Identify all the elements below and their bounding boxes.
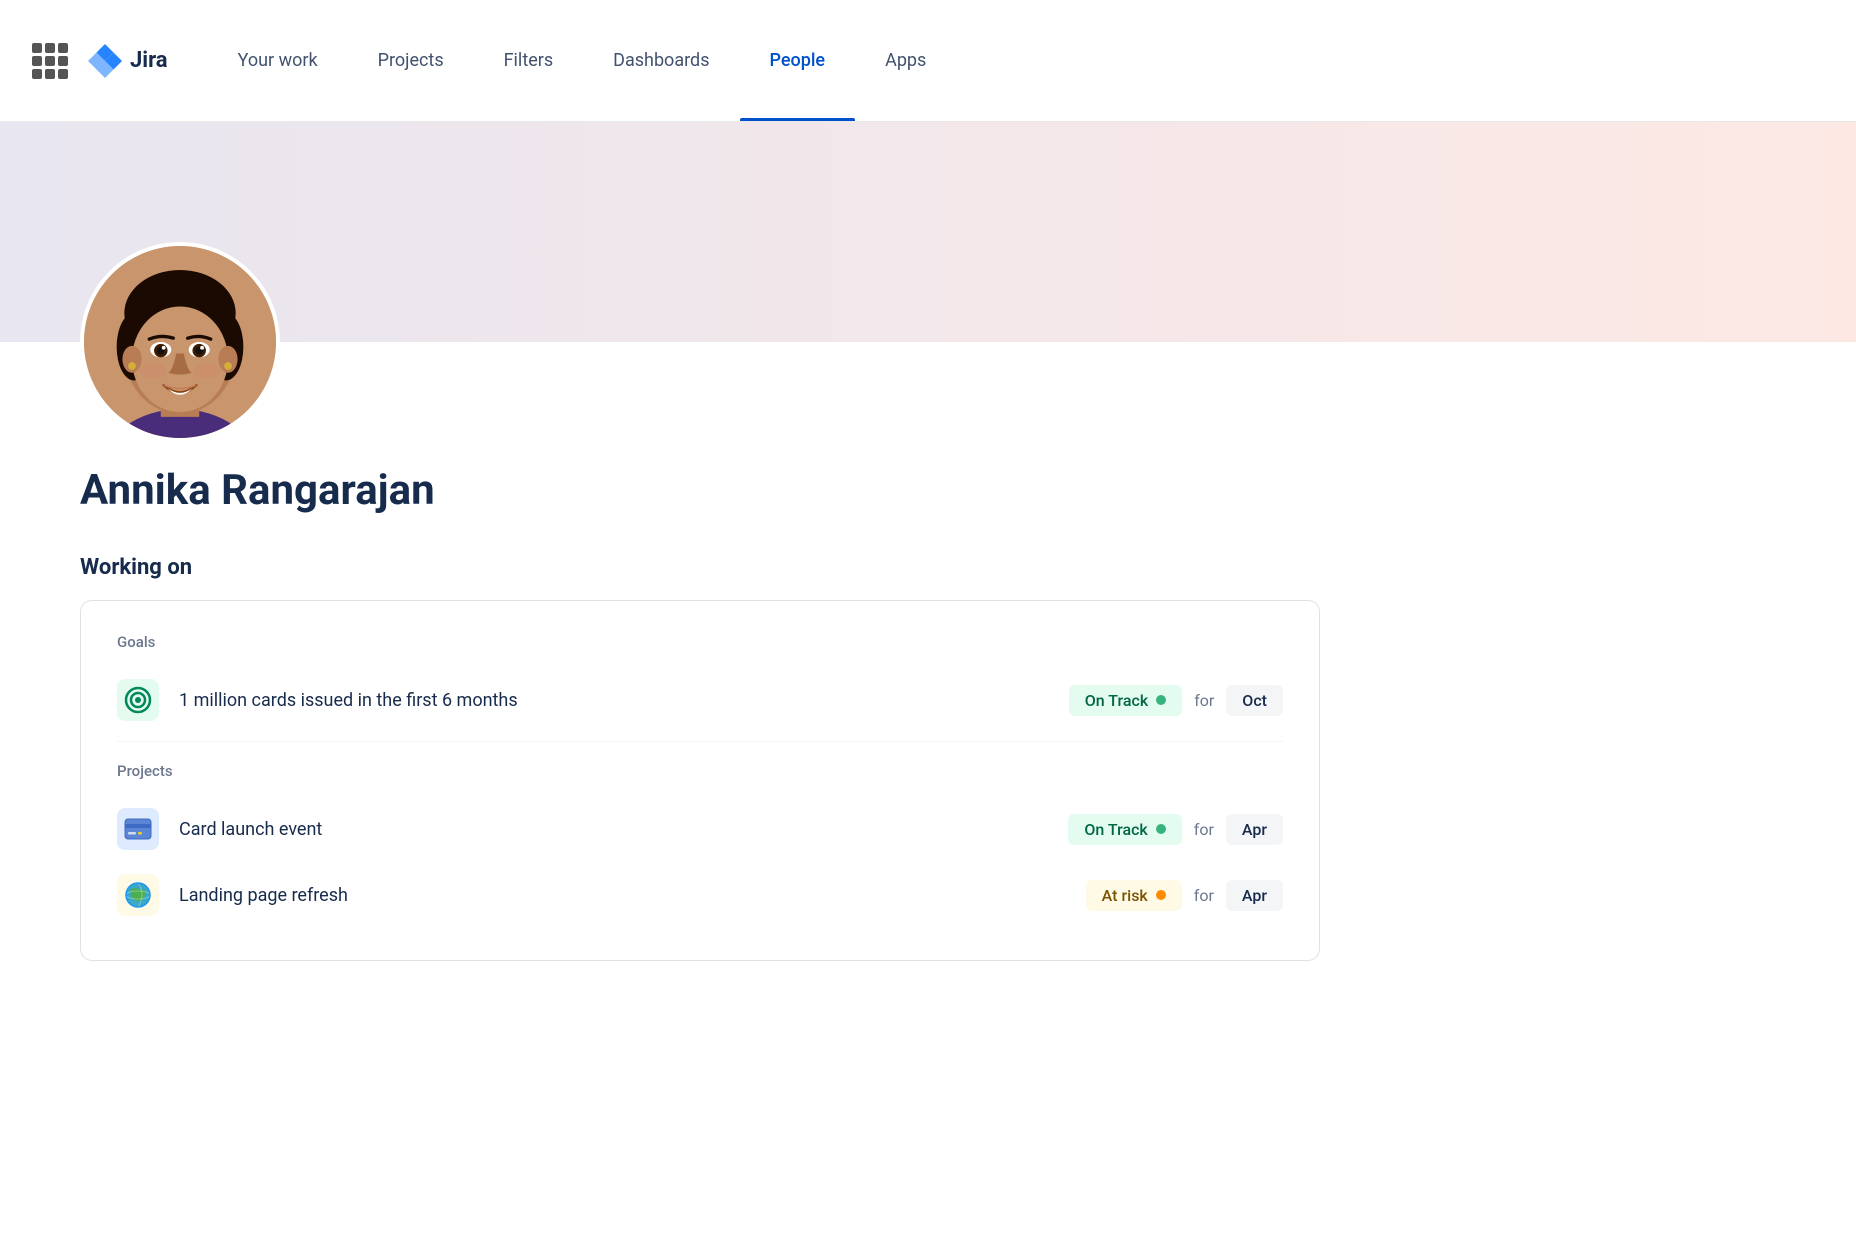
person-name: Annika Rangarajan xyxy=(80,466,1776,515)
work-item-left: 1 million cards issued in the first 6 mo… xyxy=(117,679,518,721)
status-badge[interactable]: On Track xyxy=(1069,685,1182,716)
status-dot-green xyxy=(1156,824,1166,834)
goals-label: Goals xyxy=(117,633,1283,651)
app-grid-icon[interactable] xyxy=(32,43,68,79)
work-item-right: At risk for Apr xyxy=(1086,880,1283,911)
list-item: Landing page refresh At risk for Apr xyxy=(117,862,1283,928)
work-item-left: Card launch event xyxy=(117,808,322,850)
jira-logo[interactable]: Jira xyxy=(88,44,168,78)
avatar-image xyxy=(84,246,276,438)
main-nav: Jira Your work Projects Filters Dashboar… xyxy=(0,0,1856,122)
month-badge: Apr xyxy=(1226,814,1283,845)
nav-people[interactable]: People xyxy=(740,0,856,121)
status-dot-orange xyxy=(1156,890,1166,900)
status-badge-at-risk[interactable]: At risk xyxy=(1086,880,1182,911)
list-item: 1 million cards issued in the first 6 mo… xyxy=(117,667,1283,733)
nav-links: Your work Projects Filters Dashboards Pe… xyxy=(208,0,957,121)
list-item: Card launch event On Track for Apr xyxy=(117,796,1283,862)
status-text: On Track xyxy=(1084,820,1147,839)
jira-logo-icon xyxy=(88,44,122,78)
nav-filters[interactable]: Filters xyxy=(474,0,584,121)
status-text: At risk xyxy=(1102,886,1148,905)
project-globe-label: Landing page refresh xyxy=(179,885,348,906)
avatar xyxy=(80,242,280,442)
goal-item-label: 1 million cards issued in the first 6 mo… xyxy=(179,690,518,711)
status-text: On Track xyxy=(1085,691,1148,710)
nav-dashboards[interactable]: Dashboards xyxy=(583,0,739,121)
work-item-left: Landing page refresh xyxy=(117,874,348,916)
goal-icon xyxy=(117,679,159,721)
project-globe-icon xyxy=(117,874,159,916)
month-badge: Apr xyxy=(1226,880,1283,911)
month-badge: Oct xyxy=(1226,685,1283,716)
working-on-section: Working on Goals 1 million cards issued … xyxy=(0,555,1856,961)
credit-card-icon xyxy=(124,818,152,840)
work-item-right: On Track for Oct xyxy=(1069,685,1283,716)
nav-apps[interactable]: Apps xyxy=(855,0,956,121)
project-card-label: Card launch event xyxy=(179,819,322,840)
nav-projects[interactable]: Projects xyxy=(348,0,474,121)
divider xyxy=(117,741,1283,742)
nav-your-work[interactable]: Your work xyxy=(208,0,348,121)
status-dot-green xyxy=(1156,695,1166,705)
section-title: Working on xyxy=(80,555,1776,580)
status-badge[interactable]: On Track xyxy=(1068,814,1181,845)
project-card-icon xyxy=(117,808,159,850)
work-item-right: On Track for Apr xyxy=(1068,814,1283,845)
globe-icon xyxy=(124,881,152,909)
for-label: for xyxy=(1194,820,1214,839)
projects-label: Projects xyxy=(117,762,1283,780)
work-card: Goals 1 million cards issued in the firs… xyxy=(80,600,1320,961)
target-icon xyxy=(124,686,152,714)
for-label: for xyxy=(1194,886,1214,905)
profile-section: Annika Rangarajan xyxy=(0,242,1856,515)
for-label: for xyxy=(1194,691,1214,710)
jira-logo-text: Jira xyxy=(130,48,168,73)
